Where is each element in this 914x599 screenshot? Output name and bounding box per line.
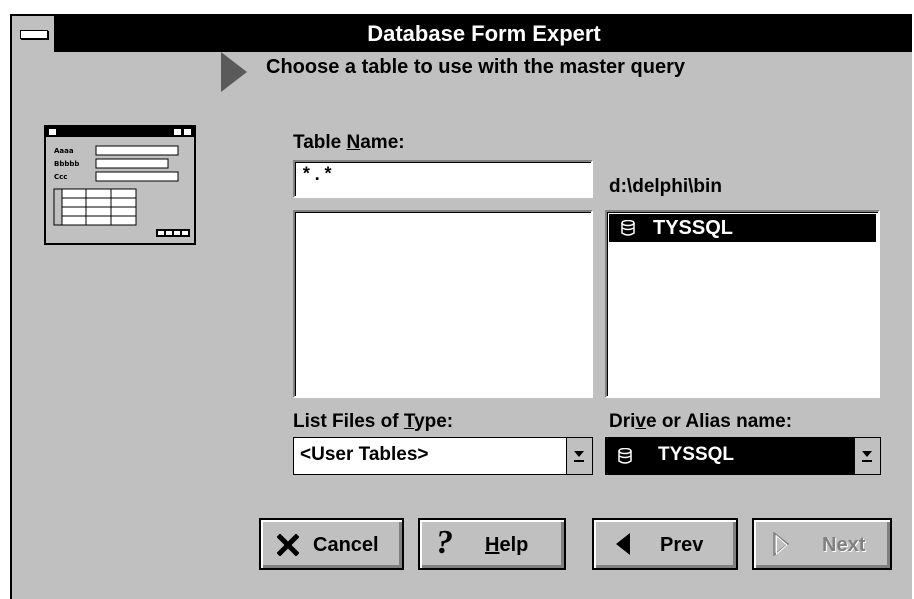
current-directory-label: d:\delphi\bin — [609, 176, 722, 197]
directory-list[interactable]: TYSSQL — [605, 210, 880, 398]
question-mark-icon: ? — [436, 524, 453, 561]
triangle-left-icon — [616, 533, 630, 555]
next-button[interactable]: Next — [752, 518, 892, 570]
table-name-value: *.* — [301, 166, 334, 186]
svg-text:Aaaa: Aaaa — [54, 147, 74, 155]
directory-list-item[interactable]: TYSSQL — [609, 214, 876, 242]
window-title: Database Form Expert — [367, 21, 601, 46]
drive-or-alias-label: Drive or Alias name: — [609, 411, 793, 432]
form-preview-illustration: Aaaa Bbbbb Ccc — [44, 125, 196, 245]
drive-alias-value: TYSSQL — [658, 444, 735, 465]
cancel-button-label: Cancel — [313, 534, 379, 556]
table-name-label: Table Name: — [293, 132, 405, 153]
drive-alias-dropdown-button[interactable] — [854, 438, 880, 474]
file-type-dropdown-button[interactable] — [566, 438, 592, 474]
system-menu-button[interactable] — [12, 16, 56, 52]
title-bar: Database Form Expert — [12, 16, 912, 52]
database-icon — [618, 448, 632, 464]
triangle-right-icon — [773, 532, 790, 556]
dropdown-arrow-icon — [862, 451, 872, 462]
database-icon — [621, 220, 635, 236]
instruction-text: Choose a table to use with the master qu… — [266, 56, 685, 78]
table-name-input[interactable]: *.* — [293, 160, 593, 198]
next-button-label: Next — [822, 534, 866, 556]
svg-text:Bbbbb: Bbbbb — [54, 160, 79, 168]
help-button-label: Help — [485, 534, 529, 556]
drive-alias-dropdown[interactable]: TYSSQL — [605, 437, 881, 475]
x-icon — [277, 534, 299, 556]
dropdown-arrow-icon — [574, 451, 584, 462]
step-arrow-icon — [221, 52, 247, 92]
prev-button[interactable]: Prev — [592, 518, 738, 570]
list-files-of-type-label: List Files of Type: — [293, 411, 454, 432]
form-preview-icon: Aaaa Bbbbb Ccc — [46, 127, 194, 243]
cancel-button[interactable]: Cancel — [259, 518, 404, 570]
file-type-value: <User Tables> — [300, 444, 429, 465]
prev-button-label: Prev — [660, 534, 704, 556]
svg-text:Ccc: Ccc — [54, 173, 67, 181]
table-file-list[interactable] — [293, 210, 593, 398]
help-button[interactable]: ? Help — [418, 518, 566, 570]
directory-item-label: TYSSQL — [653, 217, 734, 239]
system-menu-icon — [20, 30, 48, 39]
file-type-dropdown[interactable]: <User Tables> — [293, 437, 593, 475]
